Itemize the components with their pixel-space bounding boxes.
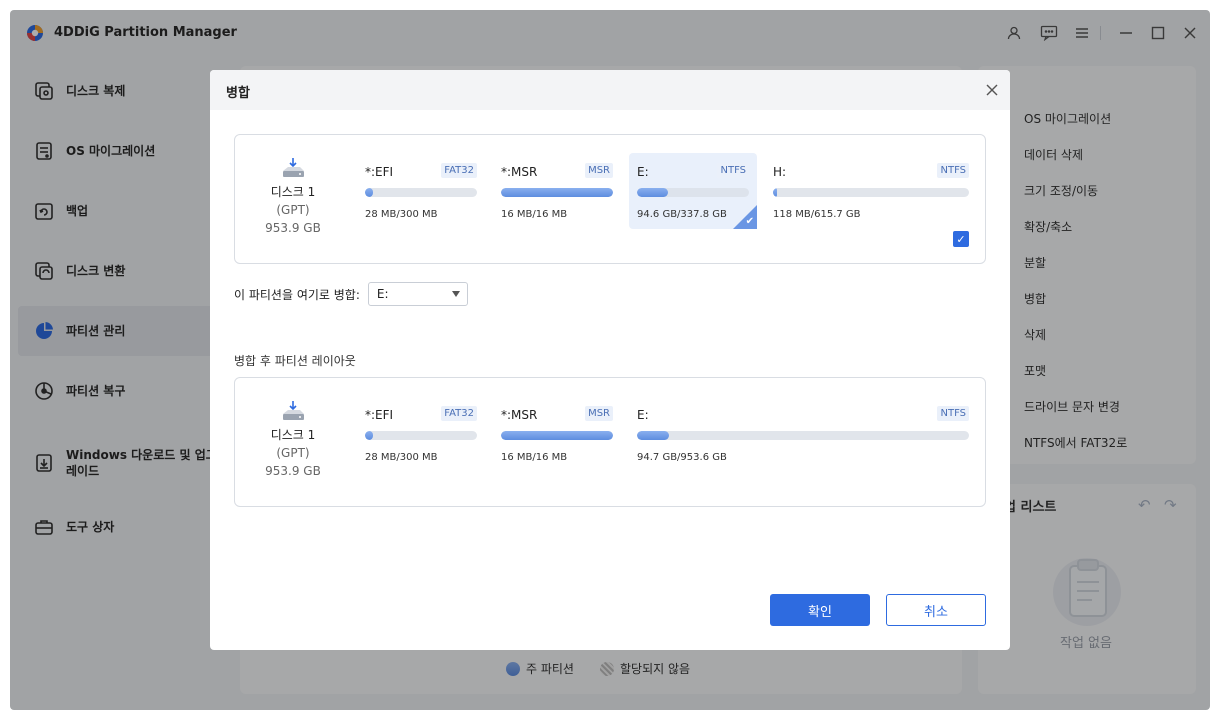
disk-type: (GPT) — [276, 446, 310, 460]
disk-info: 디스크 1 (GPT) 953.9 GB — [253, 400, 333, 480]
filesystem-badge: NTFS — [717, 163, 749, 178]
usage-bar — [501, 188, 613, 197]
partition-name: *:MSR — [501, 408, 538, 422]
partition-efi[interactable]: *:EFI FAT32 28 MB/300 MB — [357, 153, 485, 229]
usage-bar — [637, 188, 749, 197]
disk-drive-icon — [283, 158, 304, 177]
usage-bar — [773, 188, 969, 197]
partition-usage: 28 MB/300 MB — [365, 209, 438, 220]
usage-bar-fill — [365, 431, 373, 440]
disk-before-card: 디스크 1 (GPT) 953.9 GB *:EFI FAT32 28 MB/3… — [234, 134, 986, 264]
usage-bar-fill — [501, 188, 613, 197]
filesystem-badge: NTFS — [937, 406, 969, 421]
filesystem-badge: MSR — [585, 406, 613, 421]
dialog-header: 병합 — [210, 70, 1010, 110]
merge-target-select[interactable]: E: — [367, 282, 468, 306]
dialog-close-icon[interactable] — [982, 80, 1002, 100]
confirm-button[interactable]: 확인 — [770, 594, 870, 626]
selected-check-icon: ✔ — [745, 216, 754, 227]
usage-bar-fill — [501, 431, 613, 440]
partition-msr[interactable]: *:MSR MSR 16 MB/16 MB — [493, 153, 621, 229]
merge-target-value: E: — [376, 287, 389, 301]
disk-info: 디스크 1 (GPT) 953.9 GB — [253, 157, 333, 237]
merge-target-label: 이 파티션을 여기로 병합: — [234, 287, 360, 302]
cancel-button[interactable]: 취소 — [886, 594, 986, 626]
dialog-title: 병합 — [226, 86, 250, 101]
partition-name: *:MSR — [501, 165, 538, 179]
partition-efi: *:EFI FAT32 28 MB/300 MB — [357, 396, 485, 472]
disk-name: 디스크 1 — [270, 185, 316, 199]
partition-usage: 118 MB/615.7 GB — [773, 209, 861, 220]
partition-name: E: — [637, 165, 649, 179]
partition-h-checkbox[interactable]: ✓ — [953, 231, 969, 247]
disk-after-card: 디스크 1 (GPT) 953.9 GB *:EFI FAT32 28 MB/3… — [234, 377, 986, 507]
usage-bar-fill — [637, 431, 669, 440]
partition-usage: 16 MB/16 MB — [501, 452, 568, 463]
disk-type: (GPT) — [276, 203, 310, 217]
usage-bar — [365, 188, 477, 197]
partition-usage: 16 MB/16 MB — [501, 209, 568, 220]
partition-name: *:EFI — [365, 408, 394, 422]
partition-msr: *:MSR MSR 16 MB/16 MB — [493, 396, 621, 472]
usage-bar-fill — [773, 188, 777, 197]
disk-name: 디스크 1 — [270, 428, 316, 442]
filesystem-badge: FAT32 — [441, 406, 477, 421]
partition-e-merged: E: NTFS 94.7 GB/953.6 GB — [629, 396, 977, 472]
partition-name: E: — [637, 408, 649, 422]
partition-e-selected[interactable]: E: NTFS 94.6 GB/337.8 GB ✔ — [629, 153, 757, 229]
disk-size: 953.9 GB — [265, 464, 321, 478]
dropdown-caret-icon — [451, 291, 460, 297]
partition-usage: 28 MB/300 MB — [365, 452, 438, 463]
filesystem-badge: MSR — [585, 163, 613, 178]
usage-bar — [637, 431, 969, 440]
usage-bar — [501, 431, 613, 440]
usage-bar-fill — [365, 188, 373, 197]
partition-name: H: — [773, 165, 787, 179]
usage-bar-fill — [637, 188, 669, 197]
usage-bar — [365, 431, 477, 440]
partition-usage: 94.6 GB/337.8 GB — [637, 209, 727, 220]
after-layout-label: 병합 후 파티션 레이아웃 — [234, 354, 356, 368]
disk-drive-icon — [283, 401, 304, 420]
app-window: 4DDiG Partition Manager 디스크 복제 OS 마이그레이션 — [10, 10, 1210, 710]
filesystem-badge: FAT32 — [441, 163, 477, 178]
merge-dialog: 병합 디스크 1 (GPT) 953.9 GB *:EFI FAT32 28 M… — [210, 70, 1010, 650]
merge-target-row: 이 파티션을 여기로 병합: E: — [234, 282, 468, 306]
filesystem-badge: NTFS — [937, 163, 969, 178]
partition-name: *:EFI — [365, 165, 394, 179]
disk-size: 953.9 GB — [265, 221, 321, 235]
partition-h[interactable]: H: NTFS 118 MB/615.7 GB ✓ — [765, 153, 977, 263]
partition-usage: 94.7 GB/953.6 GB — [637, 452, 727, 463]
